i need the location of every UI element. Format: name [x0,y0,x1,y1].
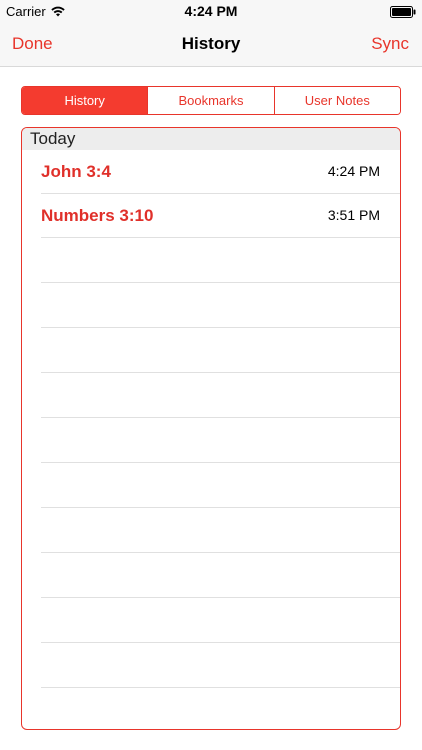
history-time: 3:51 PM [327,207,380,223]
history-reference: John 3:4 [41,162,111,181]
sync-button[interactable]: Sync [371,34,409,54]
history-reference: Numbers 3:10 [41,206,154,225]
status-bar: Carrier 4:24 PM [0,0,422,22]
screen: Carrier 4:24 PM Done History Sync Histor… [0,0,422,750]
section-header-today: Today [22,128,400,150]
navigation-bar: Done History Sync [0,22,422,67]
empty-row [41,553,400,598]
empty-row [41,328,400,373]
tab-bookmarks[interactable]: Bookmarks [148,87,275,114]
empty-row [41,238,400,283]
empty-row [41,463,400,508]
empty-row [41,418,400,463]
history-row[interactable]: Numbers 3:10 3:51 PM [41,194,400,238]
history-row[interactable]: John 3:4 4:24 PM [41,150,400,194]
empty-row [41,373,400,418]
history-time: 4:24 PM [327,163,380,179]
empty-row [41,688,400,729]
empty-row [41,508,400,553]
battery-icon [390,5,416,18]
tab-user-notes[interactable]: User Notes [274,87,400,114]
page-title: History [181,34,241,53]
status-time: 4:24 PM [184,3,238,19]
empty-row [41,283,400,328]
history-list[interactable]: Today John 3:4 4:24 PM Numbers 3:10 3:51… [21,127,401,730]
segmented-control: History Bookmarks User Notes [21,86,401,115]
empty-row [41,598,400,643]
tab-history[interactable]: History [22,87,149,114]
empty-row [41,643,400,688]
